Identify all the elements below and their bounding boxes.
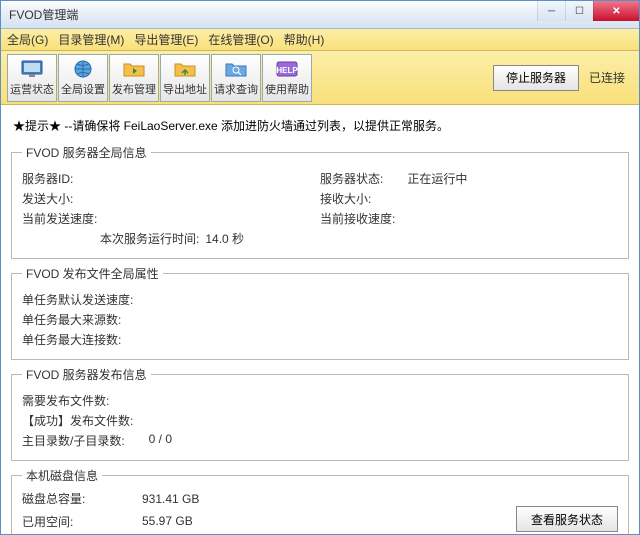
disk-total-value: 931.41 GB: [142, 492, 282, 506]
status-button[interactable]: 运营状态: [7, 54, 57, 102]
toolbar: 运营状态 全局设置 发布管理 导出地址 请求查询 HELP 使用帮助 停止服务器…: [1, 51, 639, 105]
export-addr-button[interactable]: 导出地址: [160, 54, 210, 102]
disk-info-group: 本机磁盘信息 磁盘总容量: 931.41 GB 已用空间: 55.97 GB 查…: [11, 467, 629, 534]
server-status-label: 服务器状态:: [320, 170, 383, 187]
settings-button[interactable]: 全局设置: [58, 54, 108, 102]
app-window: FVOD管理端 ─ ☐ ✕ 全局(G) 目录管理(M) 导出管理(E) 在线管理…: [0, 0, 640, 535]
content-area: ★提示★ --请确保将 FeiLaoServer.exe 添加进防火墙通过列表，…: [1, 105, 639, 534]
folder-search-icon: [224, 59, 248, 79]
runtime-value: 14.0 秒: [205, 230, 244, 247]
menu-online[interactable]: 在线管理(O): [208, 31, 273, 48]
success-count-label: 【成功】发布文件数:: [22, 412, 133, 429]
tip-text: ★提示★ --请确保将 FeiLaoServer.exe 添加进防火墙通过列表，…: [13, 117, 627, 134]
svg-text:HELP: HELP: [276, 66, 298, 75]
window-title: FVOD管理端: [9, 6, 537, 23]
publish-button[interactable]: 发布管理: [109, 54, 159, 102]
monitor-icon: [20, 59, 44, 79]
menu-export[interactable]: 导出管理(E): [134, 31, 198, 48]
recv-size-label: 接收大小:: [320, 190, 371, 207]
minimize-button[interactable]: ─: [537, 1, 565, 21]
close-button[interactable]: ✕: [593, 1, 639, 21]
view-status-button[interactable]: 查看服务状态: [516, 506, 618, 532]
publish-info-legend: FVOD 服务器发布信息: [22, 366, 151, 383]
help-button[interactable]: HELP 使用帮助: [262, 54, 312, 102]
globe-icon: [71, 59, 95, 79]
send-size-label: 发送大小:: [22, 190, 73, 207]
send-speed-label: 当前发送速度:: [22, 210, 97, 227]
connection-status: 已连接: [589, 69, 625, 86]
need-count-label: 需要发布文件数:: [22, 392, 109, 409]
runtime-label: 本次服务运行时间:: [100, 230, 199, 247]
folder-arrow-icon: [122, 59, 146, 79]
menubar: 全局(G) 目录管理(M) 导出管理(E) 在线管理(O) 帮助(H): [1, 29, 639, 51]
max-conns-label: 单任务最大连接数:: [22, 331, 121, 348]
menu-global[interactable]: 全局(G): [7, 31, 48, 48]
query-button[interactable]: 请求查询: [211, 54, 261, 102]
titlebar: FVOD管理端 ─ ☐ ✕: [1, 1, 639, 29]
disk-info-legend: 本机磁盘信息: [22, 467, 102, 484]
folder-export-icon: [173, 59, 197, 79]
disk-used-label: 已用空间:: [22, 513, 142, 530]
publish-attr-legend: FVOD 发布文件全局属性: [22, 265, 163, 282]
recv-speed-label: 当前接收速度:: [320, 210, 395, 227]
publish-attr-group: FVOD 发布文件全局属性 单任务默认发送速度: 单任务最大来源数: 单任务最大…: [11, 265, 629, 360]
help-icon: HELP: [275, 59, 299, 79]
publish-info-group: FVOD 服务器发布信息 需要发布文件数: 【成功】发布文件数: 主目录数/子目…: [11, 366, 629, 461]
stop-server-button[interactable]: 停止服务器: [493, 65, 579, 91]
dir-label: 主目录数/子目录数:: [22, 432, 125, 449]
menu-help[interactable]: 帮助(H): [284, 31, 325, 48]
max-sources-label: 单任务最大来源数:: [22, 311, 121, 328]
disk-used-value: 55.97 GB: [142, 514, 282, 528]
server-info-group: FVOD 服务器全局信息 服务器ID: 服务器状态: 正在运行中 发送大小: 接收…: [11, 144, 629, 259]
dir-value: 0 / 0: [149, 432, 172, 449]
server-id-label: 服务器ID:: [22, 170, 73, 187]
default-speed-label: 单任务默认发送速度:: [22, 291, 133, 308]
disk-total-label: 磁盘总容量:: [22, 490, 142, 507]
maximize-button[interactable]: ☐: [565, 1, 593, 21]
server-info-legend: FVOD 服务器全局信息: [22, 144, 151, 161]
menu-catalog[interactable]: 目录管理(M): [58, 31, 124, 48]
server-status-value: 正在运行中: [407, 170, 467, 187]
window-buttons: ─ ☐ ✕: [537, 1, 639, 21]
